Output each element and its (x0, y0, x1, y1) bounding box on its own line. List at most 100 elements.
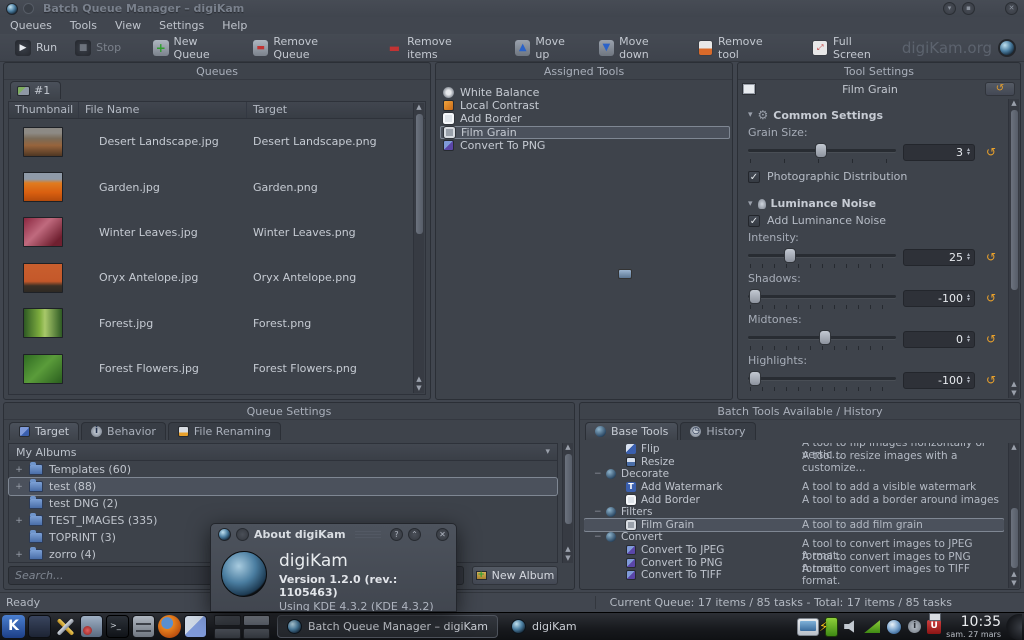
table-row[interactable]: Oryx Antelope.jpg Oryx Antelope.png (9, 255, 425, 300)
column-file-name[interactable]: File Name (79, 102, 247, 118)
plasma-panel-toolbox-icon[interactable] (1006, 614, 1022, 640)
display-tray-icon[interactable] (797, 618, 819, 636)
menu-queues[interactable]: Queues (10, 19, 52, 32)
reset-icon[interactable]: ↺ (982, 250, 1000, 264)
slider-handle[interactable] (749, 371, 761, 386)
remove-queue-button[interactable]: Remove Queue (246, 32, 362, 64)
scroll-up-icon[interactable]: ▲ (1011, 443, 1016, 452)
scroll-up-icon[interactable]: ▲ (416, 103, 421, 112)
system-settings-icon[interactable] (54, 615, 77, 638)
battery-tray-icon[interactable] (825, 617, 838, 637)
desktop-pager[interactable] (214, 615, 270, 639)
browser-tray-icon[interactable] (886, 619, 902, 635)
column-thumbnail[interactable]: Thumbnail (9, 102, 79, 118)
albums-scrollbar[interactable]: ▲ ▲ ▼ (562, 443, 573, 563)
scrollbar-thumb[interactable] (416, 114, 423, 234)
queues-scrollbar[interactable]: ▲ ▲ ▼ (413, 103, 424, 393)
move-up-button[interactable]: Move up (508, 32, 588, 64)
tab-base-tools[interactable]: Base Tools (585, 422, 678, 440)
album-item-templates[interactable]: + Templates (60) (9, 461, 557, 478)
highlights-spinbox[interactable]: -100 ▴▾ (903, 372, 975, 389)
clock[interactable]: 10:35 sam. 27 mars (946, 615, 1001, 639)
highlights-slider[interactable] (748, 369, 896, 391)
maximize-icon[interactable]: ▪ (962, 2, 975, 15)
expander-icon[interactable]: + (15, 482, 23, 492)
reset-icon[interactable]: ↺ (982, 373, 1000, 387)
spin-arrows-icon[interactable]: ▴▾ (967, 376, 970, 384)
table-row[interactable]: Forest Flowers.jpg Forest Flowers.png (9, 346, 425, 391)
update-tray-icon[interactable]: U (927, 620, 941, 634)
my-albums-combo[interactable]: My Albums ▾ (9, 444, 557, 461)
menu-help[interactable]: Help (222, 19, 247, 32)
tab-target[interactable]: Target (9, 422, 79, 440)
desktop-1[interactable] (214, 615, 241, 626)
assigned-tool-local-contrast[interactable]: Local Contrast (440, 99, 730, 112)
spin-arrows-icon[interactable]: ▴▾ (967, 335, 970, 343)
display-settings-icon[interactable] (80, 615, 103, 638)
network-tray-icon[interactable] (864, 620, 880, 633)
tool-add-border[interactable]: Add Border A tool to add a border around… (584, 493, 1004, 506)
photographic-distribution-row[interactable]: ✓ Photographic Distribution (748, 170, 1000, 183)
full-screen-button[interactable]: Full Screen (805, 32, 897, 64)
task-batch-queue-manager[interactable]: Batch Queue Manager – digiKam (277, 615, 498, 638)
scroll-up-icon[interactable]: ▲ (416, 375, 421, 384)
stop-button[interactable]: Stop (68, 37, 128, 59)
minimize-icon[interactable]: ▾ (943, 2, 956, 15)
kde-menu-icon[interactable]: K (2, 615, 25, 638)
documents-icon[interactable] (184, 615, 207, 638)
collapse-icon[interactable]: − (594, 532, 601, 542)
close-icon[interactable]: ✕ (436, 528, 449, 541)
expander-icon[interactable]: + (15, 516, 23, 526)
scroll-up-icon[interactable]: ▲ (565, 545, 570, 554)
firefox-icon[interactable] (158, 615, 181, 638)
help-icon[interactable]: ? (390, 528, 403, 541)
new-album-button[interactable]: + New Album (472, 566, 558, 585)
spin-arrows-icon[interactable]: ▴▾ (967, 294, 970, 302)
assigned-tool-add-border[interactable]: Add Border (440, 112, 730, 125)
tab-file-renaming[interactable]: File Renaming (168, 422, 281, 440)
reset-icon[interactable]: ↺ (982, 291, 1000, 305)
assigned-tool-white-balance[interactable]: White Balance (440, 86, 730, 99)
grain-size-slider[interactable] (748, 141, 896, 163)
scroll-down-icon[interactable]: ▼ (416, 384, 421, 393)
table-row[interactable]: Garden.jpg Garden.png (9, 164, 425, 209)
intensity-slider[interactable] (748, 246, 896, 268)
table-row[interactable]: Forest.jpg Forest.png (9, 301, 425, 346)
shadows-slider[interactable] (748, 287, 896, 309)
table-row[interactable]: Desert Landscape.jpg Desert Landscape.pn… (9, 119, 425, 164)
scroll-down-icon[interactable]: ▼ (1011, 579, 1016, 588)
batch-tools-scrollbar[interactable]: ▲ ▲ ▼ (1008, 443, 1019, 588)
common-settings-section-header[interactable]: ▾ ⚙ Common Settings (748, 108, 1000, 122)
tool-resize[interactable]: Resize A tool to resize images with a cu… (584, 456, 1004, 469)
expander-icon[interactable]: + (15, 465, 23, 475)
task-digikam[interactable]: digiKam (501, 615, 587, 638)
tool-film-grain[interactable]: Film Grain A tool to add film grain (584, 519, 1004, 532)
scroll-up-icon[interactable]: ▲ (1011, 99, 1016, 108)
scroll-up-icon[interactable]: ▲ (1011, 570, 1016, 579)
menu-tools[interactable]: Tools (70, 19, 97, 32)
terminal-icon[interactable] (106, 615, 129, 638)
reset-tool-button[interactable]: ↺ (985, 82, 1015, 96)
scroll-down-icon[interactable]: ▼ (1011, 389, 1016, 398)
assigned-tool-convert-to-png[interactable]: Convert To PNG (440, 139, 730, 152)
move-down-button[interactable]: Move down (592, 32, 687, 64)
file-cabinet-icon[interactable] (132, 615, 155, 638)
desktop-3[interactable] (214, 628, 241, 639)
show-desktop-icon[interactable] (28, 615, 51, 638)
run-button[interactable]: Run (8, 37, 64, 59)
reset-icon[interactable]: ↺ (982, 145, 1000, 159)
expander-icon[interactable]: + (15, 550, 23, 560)
scrollbar-thumb[interactable] (565, 454, 572, 524)
scrollbar-thumb[interactable] (1011, 110, 1018, 290)
spin-arrows-icon[interactable]: ▴▾ (967, 253, 970, 261)
tool-convert-to-tiff[interactable]: Convert To TIFF A tool to convert images… (584, 569, 1004, 582)
desktop-4[interactable] (243, 628, 270, 639)
desktop-2[interactable] (243, 615, 270, 626)
shadows-spinbox[interactable]: -100 ▴▾ (903, 290, 975, 307)
remove-items-button[interactable]: Remove items (380, 32, 490, 64)
tab-behavior[interactable]: i Behavior (81, 422, 166, 440)
album-item-test[interactable]: + test (88) (9, 478, 557, 495)
menu-view[interactable]: View (115, 19, 141, 32)
collapse-icon[interactable]: − (594, 469, 601, 479)
shade-icon[interactable]: ⌃ (408, 528, 421, 541)
